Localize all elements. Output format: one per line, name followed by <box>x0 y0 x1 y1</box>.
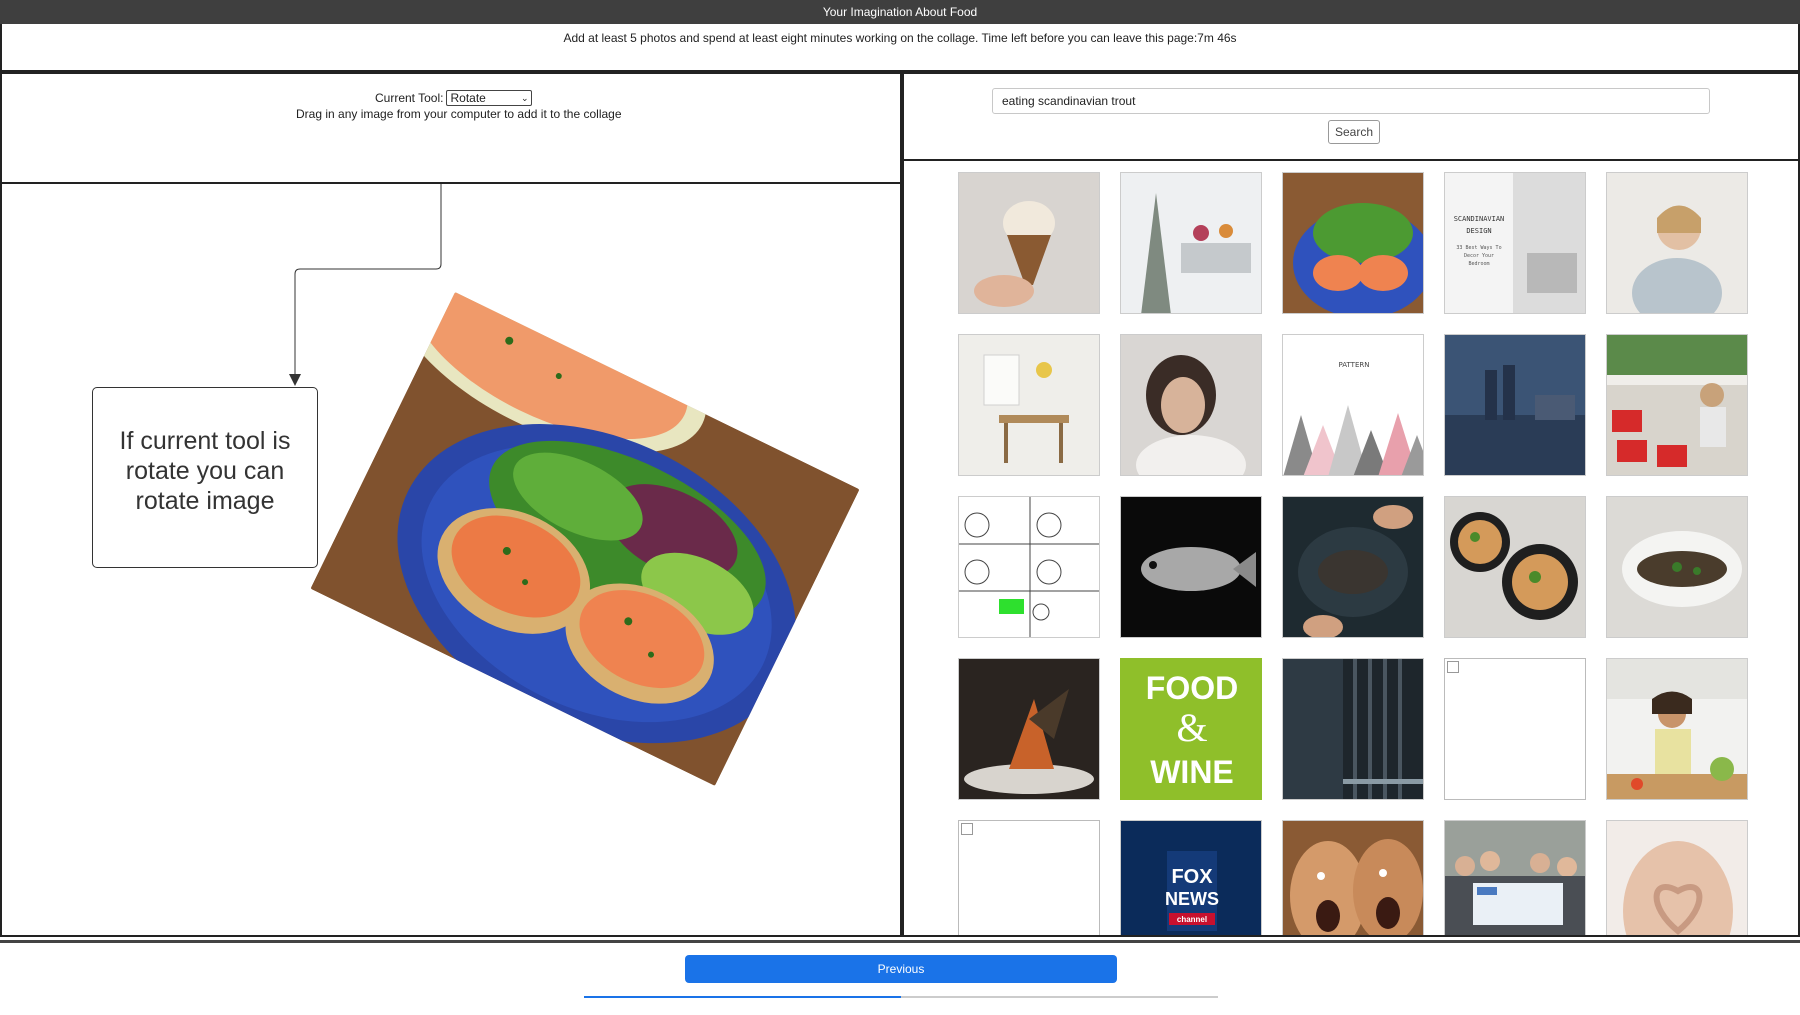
food-wine-word-2: WINE <box>1150 754 1234 790</box>
search-input[interactable]: eating scandinavian trout <box>992 88 1710 114</box>
result-thumb-harbor-city[interactable] <box>1444 334 1586 476</box>
collage-canvas[interactable]: If current tool is rotate you can rotate… <box>2 184 900 935</box>
result-thumb-woman-face[interactable] <box>1120 334 1262 476</box>
result-thumb-broken-image[interactable] <box>958 820 1100 935</box>
result-thumb-fish-platter[interactable] <box>1606 496 1748 638</box>
instruction-text: Add at least 5 photos and spend at least… <box>563 31 1237 45</box>
drag-hint: Drag in any image from your computer to … <box>296 107 622 121</box>
tool-row: Current Tool: Rotate ⌄ <box>375 90 533 106</box>
result-thumb-salmon-plate[interactable] <box>1282 172 1424 314</box>
result-thumb-food-wine[interactable]: FOOD & WINE <box>1120 658 1262 800</box>
result-thumb-dark-fish-dish[interactable] <box>1282 496 1424 638</box>
result-thumb-screaming-men[interactable] <box>1282 820 1424 935</box>
broken-image-icon <box>961 823 973 835</box>
channel-word: channel <box>1177 915 1207 924</box>
result-thumb-pattern[interactable]: PATTERN <box>1282 334 1424 476</box>
tool-area: Current Tool: Rotate ⌄ Drag in any image… <box>2 74 900 184</box>
annotation-line: rotate image <box>135 487 275 515</box>
window-title: Your Imagination About Food <box>822 5 978 19</box>
result-thumb-broken-image[interactable] <box>1444 658 1586 800</box>
scandi-sub-1: 33 Best Ways To <box>1456 245 1501 251</box>
result-thumb-ramen-bowls[interactable] <box>1444 496 1586 638</box>
annotation-line: If current tool is <box>119 427 291 455</box>
food-wine-word-1: FOOD <box>1146 670 1238 706</box>
result-thumb-kitchen-chef[interactable] <box>1606 658 1748 800</box>
scandi-sub-2: Decor Your <box>1464 253 1494 259</box>
scandi-sub-3: Bedroom <box>1468 261 1489 267</box>
result-thumb-winter-table[interactable] <box>1120 172 1262 314</box>
annotation-line: rotate you can <box>125 457 285 485</box>
window-title-bar: Your Imagination About Food <box>0 0 1800 24</box>
scandi-title-2: DESIGN <box>1466 227 1491 235</box>
scandi-title-1: SCANDINAVIAN <box>1454 215 1505 223</box>
instruction-bar: Add at least 5 photos and spend at least… <box>0 24 1800 72</box>
result-thumb-restaurant[interactable] <box>1606 334 1748 476</box>
progress-bar <box>584 996 1218 998</box>
search-area: eating scandinavian trout Search <box>904 74 1798 161</box>
progress-fill <box>584 996 901 998</box>
chevron-down-icon: ⌄ <box>520 93 529 103</box>
result-thumb-rage-comic[interactable] <box>958 496 1100 638</box>
current-tool-label: Current Tool: <box>375 91 444 105</box>
food-wine-amp: & <box>1176 705 1207 750</box>
broken-image-icon <box>1447 661 1459 673</box>
tool-select[interactable]: Rotate ⌄ <box>446 90 533 106</box>
tool-select-value: Rotate <box>450 91 486 105</box>
search-panel: eating scandinavian trout Search SCANDIN… <box>902 72 1800 937</box>
collage-photo-salmon[interactable] <box>310 292 860 786</box>
result-thumb-ice-cream[interactable] <box>958 172 1100 314</box>
result-thumb-woman-thinking[interactable] <box>1606 172 1748 314</box>
previous-button[interactable]: Previous <box>685 955 1117 983</box>
result-thumb-fish[interactable] <box>1120 496 1262 638</box>
annotation-box: If current tool is rotate you can rotate… <box>92 387 318 568</box>
pattern-title: PATTERN <box>1339 361 1370 369</box>
search-button[interactable]: Search <box>1328 120 1380 144</box>
result-thumb-group-check[interactable] <box>1444 820 1586 935</box>
fox-word: FOX <box>1171 866 1213 888</box>
result-thumb-fox-news[interactable]: FOX NEWS channel <box>1120 820 1262 935</box>
footer-divider <box>0 940 1800 943</box>
search-input-value: eating scandinavian trout <box>1002 94 1136 108</box>
salmon-plate-image <box>310 292 860 786</box>
result-thumb-dark-door[interactable] <box>1282 658 1424 800</box>
result-thumb-hands-heart[interactable] <box>1606 820 1748 935</box>
result-thumb-plated-dish[interactable] <box>958 658 1100 800</box>
result-thumb-dining-room[interactable] <box>958 334 1100 476</box>
collage-panel: Current Tool: Rotate ⌄ Drag in any image… <box>0 72 902 937</box>
result-thumb-scandinavian-design[interactable]: SCANDINAVIAN DESIGN 33 Best Ways To Deco… <box>1444 172 1586 314</box>
news-word: NEWS <box>1165 889 1219 909</box>
